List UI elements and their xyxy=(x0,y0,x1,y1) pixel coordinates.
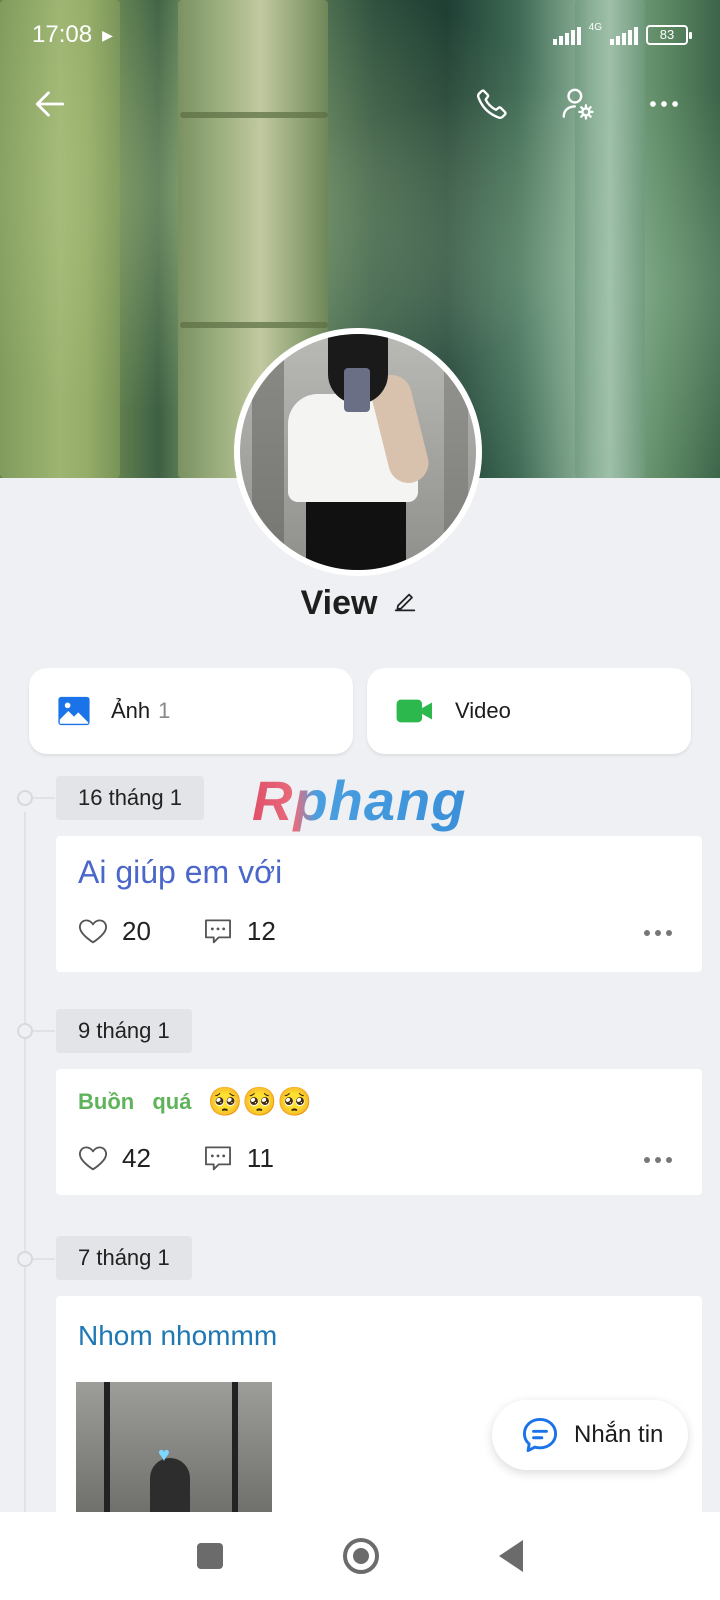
avatar[interactable] xyxy=(234,328,482,576)
image-icon xyxy=(58,696,90,726)
cover-decoration xyxy=(180,322,328,328)
post-card[interactable]: Ai giúp em với 20 12 xyxy=(56,836,702,972)
avatar-decoration xyxy=(252,354,284,554)
signal-icon xyxy=(552,25,581,45)
date-label: 9 tháng 1 xyxy=(56,1009,192,1053)
post-emoji: 🥺🥺🥺 xyxy=(207,1085,313,1118)
arrow-left-icon xyxy=(35,91,65,117)
image-decoration xyxy=(104,1382,110,1522)
recent-apps-button[interactable] xyxy=(197,1543,223,1569)
profile-settings-button[interactable] xyxy=(552,78,604,130)
chat-bubble-icon xyxy=(522,1417,558,1453)
post-more-button[interactable] xyxy=(644,1157,672,1163)
message-label: Nhắn tin xyxy=(574,1421,664,1448)
system-nav-bar xyxy=(0,1512,720,1600)
post-card[interactable]: Buồn quá 🥺🥺🥺 42 11 xyxy=(56,1069,702,1195)
signal-icon xyxy=(610,25,638,45)
comment-icon xyxy=(204,919,231,944)
back-nav-button[interactable] xyxy=(499,1540,523,1572)
like-button[interactable]: 42 xyxy=(76,1141,151,1175)
like-button[interactable]: 20 xyxy=(76,914,151,948)
profile-name: View xyxy=(300,584,378,622)
photos-count: 1 xyxy=(158,698,171,723)
watermark-logo: Rphang xyxy=(252,769,467,832)
videos-button[interactable]: Video xyxy=(367,668,691,754)
like-count: 42 xyxy=(122,1142,151,1173)
like-count: 20 xyxy=(122,915,151,946)
call-button[interactable] xyxy=(466,78,518,130)
cover-decoration xyxy=(0,0,120,478)
back-button[interactable] xyxy=(24,78,76,130)
post-text: Nhom nhommm xyxy=(78,1320,278,1351)
timeline-tick xyxy=(33,1258,55,1260)
post-text: Buồn quá xyxy=(78,1088,192,1114)
photos-button[interactable]: Ảnh 1 xyxy=(29,668,353,754)
photos-label: Ảnh xyxy=(111,698,151,723)
play-icon: ▶ xyxy=(102,26,113,43)
avatar-decoration xyxy=(306,494,406,570)
avatar-decoration xyxy=(344,368,370,412)
timeline-dot xyxy=(17,1251,33,1267)
more-horizontal-icon xyxy=(650,101,678,107)
timeline-tick xyxy=(33,797,55,799)
timeline-dot xyxy=(17,1023,33,1039)
cover-decoration xyxy=(575,0,645,478)
network-label: 4G xyxy=(588,21,602,33)
post-more-button[interactable] xyxy=(644,930,672,936)
more-button[interactable] xyxy=(638,78,690,130)
video-camera-icon xyxy=(396,699,432,723)
phone-icon xyxy=(477,89,507,119)
videos-label: Video xyxy=(455,698,511,723)
edit-name-button[interactable] xyxy=(391,587,419,620)
heart-icon xyxy=(79,1146,107,1171)
timeline-dot xyxy=(17,790,33,806)
date-label: 16 tháng 1 xyxy=(56,776,204,820)
date-label: 7 tháng 1 xyxy=(56,1236,192,1280)
comment-button[interactable]: 11 xyxy=(201,1141,274,1175)
home-icon xyxy=(353,1548,369,1564)
heart-icon xyxy=(79,919,107,944)
battery-icon: 83 xyxy=(646,25,692,45)
timeline-tick xyxy=(33,1030,55,1032)
timeline-line xyxy=(24,812,26,1512)
user-gear-icon xyxy=(562,88,594,120)
image-decoration xyxy=(232,1382,238,1522)
post-text: Ai giúp em với xyxy=(78,854,283,890)
comment-icon xyxy=(204,1146,231,1171)
profile-name-row: View xyxy=(0,584,720,623)
message-button[interactable]: Nhắn tin xyxy=(492,1400,688,1470)
home-button[interactable] xyxy=(343,1538,379,1574)
comment-button[interactable]: 12 xyxy=(201,914,276,948)
avatar-decoration xyxy=(444,344,468,564)
status-bar: 17:08 ▶ 4G 83 xyxy=(0,0,720,70)
image-decoration: ♥ xyxy=(158,1444,170,1466)
pencil-icon xyxy=(395,593,416,612)
comment-count: 11 xyxy=(246,1142,274,1173)
cover-decoration xyxy=(180,112,328,118)
post-image[interactable]: ♥ xyxy=(76,1382,272,1522)
comment-count: 12 xyxy=(246,915,276,946)
status-time: 17:08 xyxy=(32,21,93,48)
